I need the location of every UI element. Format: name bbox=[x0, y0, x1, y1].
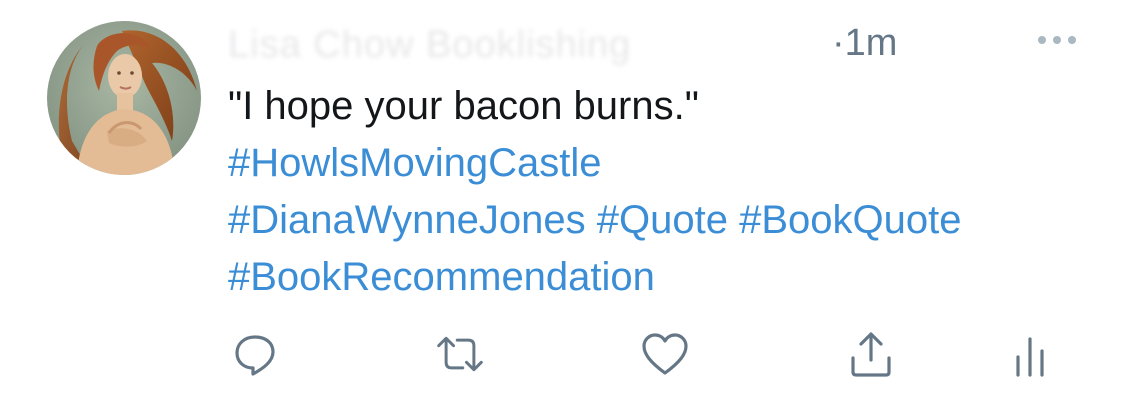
tweet-time[interactable]: ·1m bbox=[832, 22, 897, 65]
tweet-header: Lisa Chow Booklishing ·1m bbox=[228, 16, 1108, 72]
share-icon bbox=[851, 332, 891, 377]
heart-icon bbox=[642, 333, 688, 375]
like-button[interactable] bbox=[640, 328, 690, 380]
time-value: 1m bbox=[844, 22, 898, 64]
retweet-button[interactable] bbox=[435, 328, 485, 380]
time-separator: · bbox=[832, 22, 845, 64]
hashtag-link[interactable]: #DianaWynneJones bbox=[228, 198, 586, 242]
hashtag-link[interactable]: #BookQuote bbox=[739, 198, 961, 242]
tweet-text: "I hope your bacon burns." #HowlsMovingC… bbox=[228, 78, 1108, 306]
tweet-actions bbox=[0, 328, 1123, 384]
avatar[interactable] bbox=[47, 21, 201, 175]
reply-icon bbox=[235, 335, 275, 376]
author-name[interactable]: Lisa Chow Booklishing bbox=[228, 24, 631, 67]
avatar-image bbox=[47, 21, 201, 175]
more-icon[interactable] bbox=[1033, 30, 1081, 50]
hashtag-link[interactable]: #HowlsMovingCastle bbox=[228, 141, 601, 185]
tweet[interactable]: Lisa Chow Booklishing ·1m "I hope your b… bbox=[0, 0, 1123, 400]
analytics-icon bbox=[1016, 337, 1044, 377]
hashtag-link[interactable]: #BookRecommendation bbox=[228, 255, 655, 299]
share-button[interactable] bbox=[846, 328, 896, 380]
hashtag-link[interactable]: #Quote bbox=[597, 198, 728, 242]
retweet-icon bbox=[437, 336, 483, 372]
reply-button[interactable] bbox=[230, 328, 280, 380]
analytics-button[interactable] bbox=[1005, 328, 1055, 380]
tweet-quote: "I hope your bacon burns." bbox=[228, 84, 699, 128]
